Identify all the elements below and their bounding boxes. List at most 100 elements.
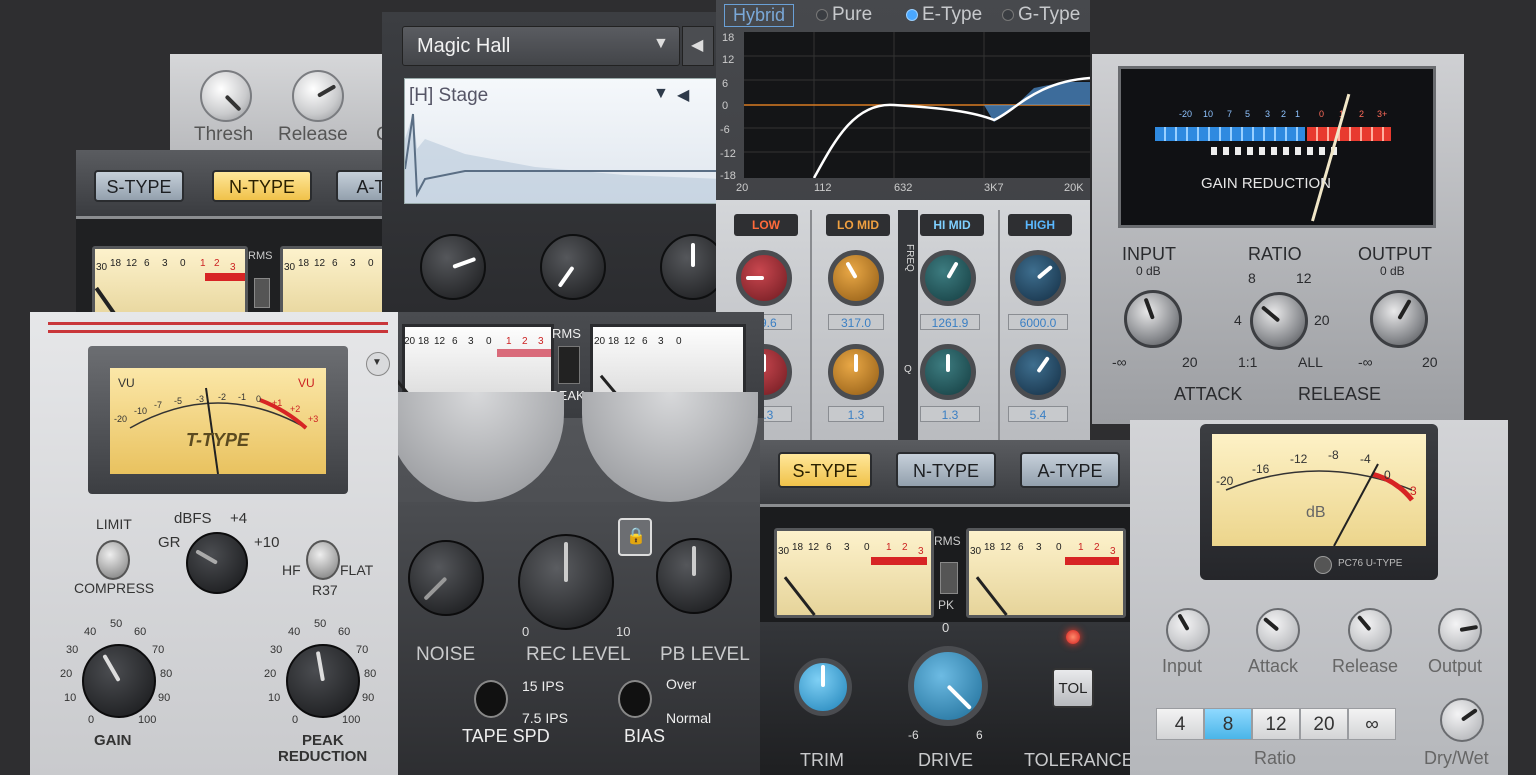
hi-mid-freq-knob[interactable] (920, 250, 976, 306)
s-type-button[interactable]: S-TYPE (94, 170, 184, 202)
band-hi-mid-button[interactable]: HI MID (920, 214, 984, 236)
input-max: 20 (1182, 354, 1198, 370)
lo-mid-freq-value[interactable]: 317.0 (828, 314, 884, 330)
ratio-knob[interactable] (1250, 292, 1308, 350)
ratio-mark-20: 20 (1314, 312, 1330, 328)
input-knob[interactable] (1124, 290, 1182, 348)
rec-max-label: 10 (616, 624, 631, 639)
drive-rms-pk-switch[interactable] (940, 562, 958, 594)
reverb-knob-2[interactable] (540, 234, 606, 300)
tape-reel-right (582, 392, 758, 502)
meter-left-scale: 30 18 12 6 3 0 1 2 3 (96, 258, 236, 273)
pc76-ratio-label: Ratio (1254, 748, 1297, 768)
ratio-12-button[interactable]: 12 (1252, 708, 1300, 740)
rec-level-knob[interactable] (518, 534, 614, 630)
band-lo-mid-button[interactable]: LO MID (826, 214, 890, 236)
chevron-left-icon: ◀ (691, 37, 704, 54)
preset-dropdown[interactable]: Magic Hall ▼ (402, 26, 680, 66)
drive-rms-label: RMS (934, 534, 961, 548)
band-high-button[interactable]: HIGH (1008, 214, 1072, 236)
high-q-knob[interactable] (1010, 344, 1066, 400)
thresh-knob[interactable] (200, 70, 252, 122)
eq-graph (744, 32, 1090, 178)
pc76-meter-screw (1314, 556, 1332, 574)
mode-g-type[interactable]: G-Type (1002, 4, 1080, 26)
preset-prev-button[interactable]: ◀ (682, 26, 714, 66)
pc76-attack-knob[interactable] (1256, 608, 1300, 652)
gr-scale: -20 10 7 5 3 2 1 0 1 2 3+ (1179, 109, 1388, 119)
peak-label: PEAK (302, 732, 344, 749)
ips15-label: 15 IPS (522, 678, 565, 694)
high-q-value[interactable]: 5.4 (1008, 406, 1068, 422)
hi-mid-q-value[interactable]: 1.3 (920, 406, 980, 422)
release-knob[interactable] (292, 70, 344, 122)
hi-mid-freq-value[interactable]: 1261.9 (920, 314, 980, 330)
drive-a-type-button[interactable]: A-TYPE (1020, 452, 1120, 488)
thresh-label: Thresh (194, 124, 254, 145)
tape-meter-left-scale: 20 18 12 6 3 0 1 2 3 (404, 336, 544, 347)
pc76-drywet-knob[interactable] (1440, 698, 1484, 742)
noise-label: NOISE (416, 644, 476, 665)
hybrid-label: Hybrid (733, 5, 786, 25)
drive-n-type-button[interactable]: N-TYPE (896, 452, 996, 488)
panel-menu-button[interactable]: ▼ (366, 352, 390, 376)
pc76-release-knob[interactable] (1348, 608, 1392, 652)
r37-label: R37 (312, 582, 338, 598)
noise-knob[interactable] (408, 540, 484, 616)
eq-y-axis: 18 12 6 0 -6 -12 -18 (720, 32, 736, 182)
e-type-radio-icon (906, 8, 918, 21)
chevron-down-icon: ▼ (653, 35, 669, 52)
ratio-infinity-button[interactable]: ∞ (1348, 708, 1396, 740)
gain-reduction-title: GAIN REDUCTION (1201, 175, 1332, 192)
tape-reel-left (398, 392, 564, 502)
drive-meter-left-scale: 30 18 12 6 3 0 1 2 3 (778, 542, 924, 557)
lo-mid-freq-knob[interactable] (828, 250, 884, 306)
tape-speed-switch[interactable] (474, 680, 508, 718)
pc76-output-knob[interactable] (1438, 608, 1482, 652)
ratio-8-button[interactable]: 8 (1204, 708, 1252, 740)
drive-s-type-button[interactable]: S-TYPE (778, 452, 872, 488)
output-knob[interactable] (1370, 290, 1428, 348)
eq-curve-svg (744, 32, 1090, 178)
drive-knob[interactable] (908, 646, 988, 726)
lo-mid-q-knob[interactable] (828, 344, 884, 400)
rms-switch[interactable] (254, 278, 270, 308)
n-type-button[interactable]: N-TYPE (212, 170, 312, 202)
lock-icon[interactable]: 🔒 (618, 518, 652, 556)
pc76-input-knob[interactable] (1166, 608, 1210, 652)
high-freq-knob[interactable] (1010, 250, 1066, 306)
high-freq-value[interactable]: 6000.0 (1008, 314, 1068, 330)
output-sub: 0 dB (1380, 264, 1405, 278)
drive-min-label: -6 (908, 728, 919, 742)
output-label: OUTPUT (1358, 244, 1432, 264)
bias-switch[interactable] (618, 680, 652, 718)
sub-preset-name: [H] Stage (409, 85, 489, 106)
q-label: Q (904, 364, 912, 375)
sub-preset-down-icon[interactable]: ▼ (653, 85, 669, 103)
pc76-drywet-label: Dry/Wet (1424, 748, 1489, 768)
meter-mode-knob[interactable] (186, 532, 248, 594)
lo-mid-q-value[interactable]: 1.3 (828, 406, 884, 422)
hi-mid-q-knob[interactable] (920, 344, 976, 400)
pure-radio-icon (816, 8, 828, 21)
impulse-response-graph (405, 113, 722, 203)
rms-label: RMS (248, 250, 273, 262)
mode-pure[interactable]: Pure (816, 4, 872, 26)
limit-compress-toggle[interactable] (96, 540, 130, 580)
mode-e-type[interactable]: E-Type (906, 4, 982, 26)
reverb-knob-3[interactable] (660, 234, 722, 300)
low-freq-knob[interactable] (736, 250, 792, 306)
ratio-4-button[interactable]: 4 (1156, 708, 1204, 740)
tol-button[interactable]: TOL (1052, 668, 1094, 708)
tape-rms-peak-switch[interactable] (558, 346, 580, 384)
pb-level-knob[interactable] (656, 538, 732, 614)
ratio-20-button[interactable]: 20 (1300, 708, 1348, 740)
reverb-knob-1[interactable] (420, 234, 486, 300)
hf-flat-toggle[interactable] (306, 540, 340, 580)
mode-hybrid[interactable]: Hybrid (724, 4, 795, 27)
sub-preset-left-icon[interactable]: ◀ (677, 85, 689, 105)
tape-panel: 20 18 12 6 3 0 1 2 3 RMS PEAK 20 18 12 6… (398, 312, 764, 775)
band-low-button[interactable]: LOW (734, 214, 798, 236)
trim-knob[interactable] (794, 658, 852, 716)
drive-zero-label: 0 (942, 620, 950, 635)
